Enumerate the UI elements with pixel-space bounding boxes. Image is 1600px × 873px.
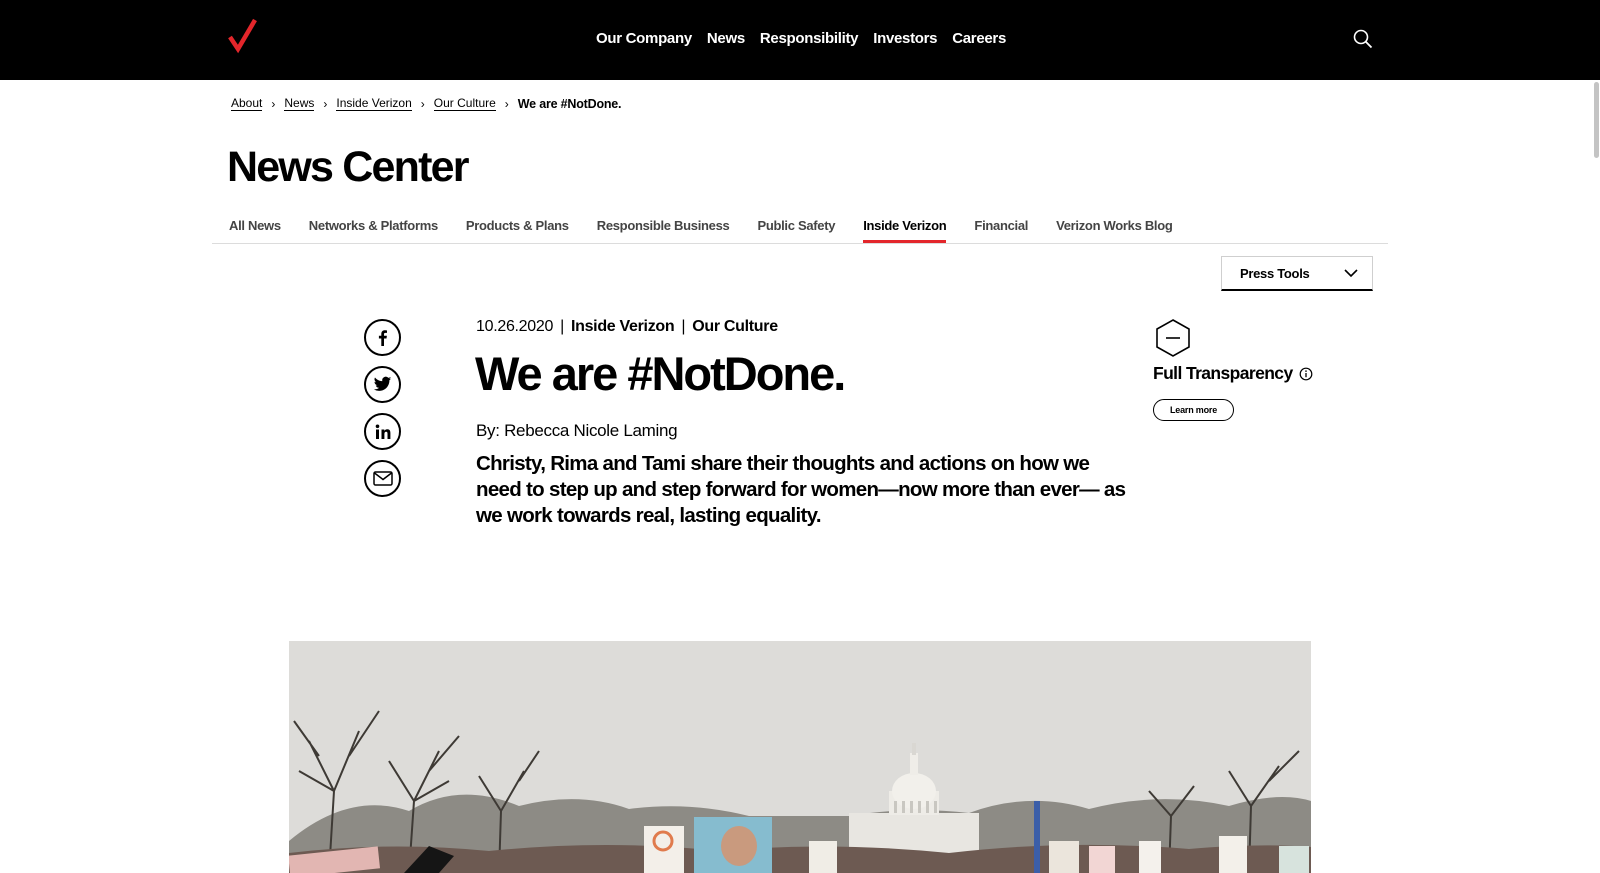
share-twitter-button[interactable] bbox=[364, 366, 401, 403]
chevron-right-icon: › bbox=[420, 97, 425, 111]
breadcrumb: About › News › Inside Verizon › Our Cult… bbox=[231, 97, 622, 111]
article-date: 10.26.2020 bbox=[476, 318, 554, 335]
breadcrumb-inside-verizon[interactable]: Inside Verizon bbox=[336, 97, 412, 111]
chevron-right-icon: › bbox=[323, 97, 328, 111]
article-subcategory-link[interactable]: Our Culture bbox=[692, 318, 778, 336]
tab-verizon-works-blog[interactable]: Verizon Works Blog bbox=[1056, 218, 1173, 243]
learn-more-button[interactable]: Learn more bbox=[1153, 399, 1234, 421]
social-share bbox=[364, 319, 401, 497]
linkedin-icon bbox=[375, 424, 390, 439]
nav-news[interactable]: News bbox=[707, 30, 745, 47]
top-nav-bar: Our Company News Responsibility Investor… bbox=[0, 0, 1600, 80]
article-byline: By: Rebecca Nicole Laming bbox=[476, 421, 678, 440]
tab-public-safety[interactable]: Public Safety bbox=[757, 218, 835, 243]
article-headline: We are #NotDone. bbox=[475, 347, 846, 400]
capitol-march-photo bbox=[289, 641, 1311, 873]
main-nav: Our Company News Responsibility Investor… bbox=[596, 30, 1021, 47]
meta-separator: | bbox=[681, 318, 686, 335]
transparency-title: Full Transparency bbox=[1153, 363, 1313, 384]
scrollbar-thumb[interactable] bbox=[1594, 82, 1599, 158]
share-email-button[interactable] bbox=[364, 460, 401, 497]
email-icon bbox=[372, 471, 393, 486]
meta-separator: | bbox=[560, 318, 564, 335]
verizon-logo[interactable] bbox=[228, 18, 258, 54]
breadcrumb-about[interactable]: About bbox=[231, 97, 263, 111]
share-linkedin-button[interactable] bbox=[364, 413, 401, 450]
tab-inside-verizon[interactable]: Inside Verizon bbox=[863, 218, 947, 243]
breadcrumb-current: We are #NotDone. bbox=[517, 97, 622, 111]
scrollbar[interactable] bbox=[1592, 80, 1600, 873]
page-title: News Center bbox=[227, 143, 469, 191]
nav-investors[interactable]: Investors bbox=[873, 30, 937, 47]
transparency-hexagon-icon bbox=[1156, 319, 1190, 357]
tab-networks-platforms[interactable]: Networks & Platforms bbox=[309, 218, 438, 243]
twitter-icon bbox=[373, 376, 392, 391]
article-meta: 10.26.2020 | Inside Verizon | Our Cultur… bbox=[476, 318, 778, 336]
article-category-link[interactable]: Inside Verizon bbox=[571, 318, 675, 336]
article-hero-image bbox=[289, 641, 1311, 873]
breadcrumb-our-culture[interactable]: Our Culture bbox=[433, 97, 496, 111]
facebook-icon bbox=[378, 329, 387, 346]
share-facebook-button[interactable] bbox=[364, 319, 401, 356]
chevron-right-icon: › bbox=[271, 97, 276, 111]
info-icon[interactable] bbox=[1299, 367, 1313, 381]
chevron-right-icon: › bbox=[504, 97, 509, 111]
press-tools-label: Press Tools bbox=[1240, 265, 1310, 281]
nav-our-company[interactable]: Our Company bbox=[596, 30, 692, 47]
news-category-tabs: All News Networks & Platforms Products &… bbox=[229, 218, 1201, 243]
tab-financial[interactable]: Financial bbox=[974, 218, 1028, 243]
transparency-title-text: Full Transparency bbox=[1153, 363, 1293, 383]
chevron-down-icon bbox=[1344, 268, 1358, 277]
tab-responsible-business[interactable]: Responsible Business bbox=[597, 218, 730, 243]
nav-careers[interactable]: Careers bbox=[952, 30, 1006, 47]
breadcrumb-news[interactable]: News bbox=[284, 97, 315, 111]
press-tools-dropdown[interactable]: Press Tools bbox=[1221, 256, 1373, 291]
nav-responsibility[interactable]: Responsibility bbox=[760, 30, 859, 47]
article-summary: Christy, Rima and Tami share their thoug… bbox=[476, 452, 1126, 527]
tab-products-plans[interactable]: Products & Plans bbox=[466, 218, 569, 243]
tab-all-news[interactable]: All News bbox=[229, 218, 281, 243]
search-icon[interactable] bbox=[1352, 28, 1374, 50]
tabs-divider bbox=[212, 243, 1388, 244]
